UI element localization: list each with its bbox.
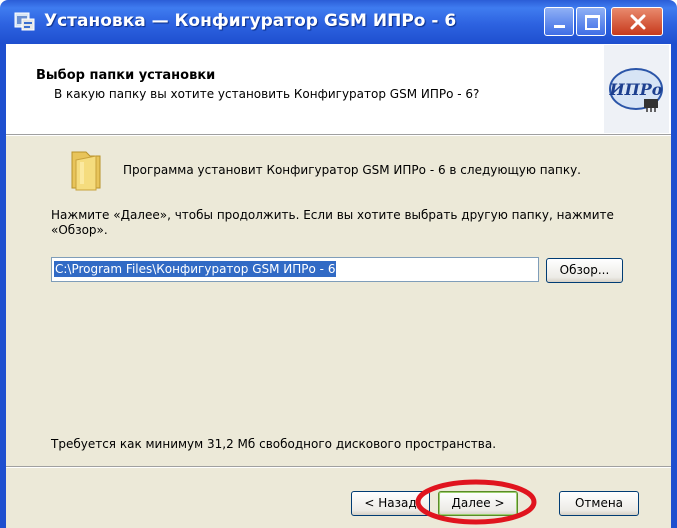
install-destination-text: Программа установит Конфигуратор GSM ИПР… — [123, 163, 581, 177]
minimize-button[interactable] — [544, 7, 574, 36]
title-bar[interactable]: Установка — Конфигуратор GSM ИПРо - 6 — [0, 0, 677, 44]
next-button[interactable]: Далее > — [438, 491, 518, 516]
window-title: Установка — Конфигуратор GSM ИПРо - 6 — [44, 11, 457, 31]
close-button[interactable] — [611, 7, 663, 36]
instruction-text: Нажмите «Далее», чтобы продолжить. Если … — [51, 208, 614, 237]
install-path-input[interactable]: C:\Program Files\Конфигуратор GSM ИПРо -… — [51, 257, 539, 282]
installer-app-icon — [14, 12, 35, 31]
window-frame-right — [671, 44, 677, 528]
svg-text:ИПРо: ИПРо — [609, 80, 663, 99]
cancel-button[interactable]: Отмена — [559, 491, 639, 516]
page-title: Выбор папки установки — [36, 68, 216, 83]
company-logo: ИПРо — [604, 45, 669, 133]
close-icon — [630, 14, 646, 30]
back-button[interactable]: < Назад — [351, 491, 430, 516]
browse-button[interactable]: Обзор... — [546, 258, 623, 283]
wizard-footer: < Назад Далее > Отмена — [6, 468, 671, 528]
disk-space-requirement: Требуется как минимум 31,2 Мб свободного… — [51, 437, 497, 451]
install-path-value: C:\Program Files\Конфигуратор GSM ИПРо -… — [54, 261, 337, 277]
folder-icon — [71, 151, 101, 191]
installer-window: Установка — Конфигуратор GSM ИПРо - 6 Вы… — [0, 0, 677, 528]
maximize-button[interactable] — [576, 7, 606, 36]
page-subtitle: В какую папку вы хотите установить Конфи… — [54, 87, 480, 101]
wizard-body: Программа установит Конфигуратор GSM ИПР… — [6, 136, 671, 466]
wizard-header: Выбор папки установки В какую папку вы х… — [6, 44, 671, 134]
